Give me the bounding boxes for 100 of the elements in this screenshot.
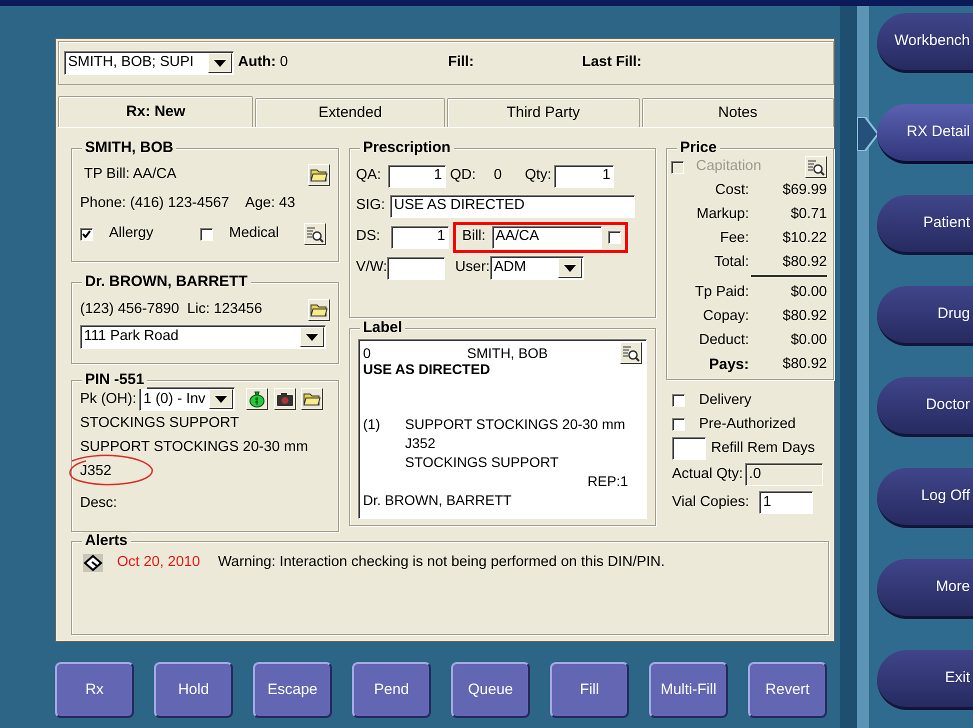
checkbox[interactable] xyxy=(672,418,685,430)
alert-icon xyxy=(83,554,103,572)
price-label: Pays: xyxy=(708,354,749,375)
bill-label: Bill: xyxy=(462,227,486,246)
qd-label: QD: xyxy=(450,166,476,186)
pack-dropdown[interactable]: 1 (0) - Inv xyxy=(139,387,236,411)
vial-copies-field[interactable]: 1 xyxy=(759,490,814,514)
qty-label: Qty: xyxy=(524,166,552,186)
camera-button[interactable] xyxy=(274,388,296,410)
tab[interactable]: Notes xyxy=(642,98,834,127)
option-label: Pre-Authorized xyxy=(699,415,796,434)
price-label: Total: xyxy=(713,253,749,272)
search-icon xyxy=(306,225,324,243)
price-value: $80.92 xyxy=(782,355,827,374)
label-drug-text: SUPPORT STOCKINGS 20-30 mm xyxy=(405,415,626,434)
nav-button[interactable]: RX Detail xyxy=(877,104,973,164)
checkbox[interactable] xyxy=(608,230,621,244)
label-quantity: (1) xyxy=(363,415,382,434)
user-dropdown[interactable]: ADM xyxy=(490,256,584,280)
action-button[interactable]: Escape xyxy=(253,662,332,718)
doctor-phone: (123) 456-7890 xyxy=(80,300,180,320)
checkbox[interactable] xyxy=(672,394,685,406)
price-label: Fee: xyxy=(718,229,749,248)
nav-button[interactable]: More xyxy=(877,559,973,619)
checkbox-label: Medical xyxy=(229,224,279,244)
bill-field[interactable]: AA/CA xyxy=(492,226,602,248)
vial-copies-label: Vial Copies: xyxy=(672,493,750,512)
capitation-label: Capitation xyxy=(696,157,762,176)
folder-button[interactable] xyxy=(308,299,330,321)
checkbox[interactable] xyxy=(80,228,93,240)
search-icon xyxy=(807,158,825,176)
license-text: Lic: 123456 xyxy=(187,300,262,320)
price-label: Copay: xyxy=(702,307,749,326)
caret-icon xyxy=(215,396,228,402)
age-text: Age: 43 xyxy=(245,194,296,214)
phone-text: Phone: (416) 123-4567 xyxy=(80,194,230,214)
qty-field[interactable]: 1 xyxy=(554,164,614,188)
checkbox[interactable] xyxy=(200,228,213,240)
action-button[interactable]: Multi-Fill xyxy=(649,662,728,718)
price-value: $80.92 xyxy=(782,253,827,272)
price-value: $0.00 xyxy=(790,331,827,350)
label-repeats: REP:1 xyxy=(588,472,628,491)
nav-button[interactable]: Workbench xyxy=(877,13,973,73)
patient-dropdown[interactable]: SMITH, BOB; SUPI xyxy=(64,51,234,75)
search-button[interactable] xyxy=(304,223,326,245)
search-button[interactable] xyxy=(805,156,827,178)
action-button[interactable]: Rx xyxy=(55,662,134,718)
vw-field[interactable] xyxy=(387,256,446,280)
tab[interactable]: Extended xyxy=(255,98,445,127)
qa-field[interactable]: 1 xyxy=(388,164,446,188)
money-bag-button[interactable] xyxy=(246,388,268,410)
search-button[interactable] xyxy=(620,342,642,364)
product-text: J352 xyxy=(80,462,112,481)
alert-date: Oct 20, 2010 xyxy=(117,553,200,572)
address-dropdown[interactable]: 111 Park Road xyxy=(80,325,326,349)
caret-icon xyxy=(564,264,576,272)
vw-label: V/W: xyxy=(356,258,388,278)
price-value: $69.99 xyxy=(782,181,827,200)
action-button[interactable]: Pend xyxy=(352,662,431,718)
product-text: STOCKINGS SUPPORT xyxy=(80,414,239,433)
tp-bill-text: TP Bill: AA/CA xyxy=(83,165,176,184)
user-label: User: xyxy=(455,258,490,278)
folder-button[interactable] xyxy=(308,164,330,186)
ds-field[interactable]: 1 xyxy=(391,226,450,248)
action-button[interactable]: Fill xyxy=(550,662,629,718)
nav-button[interactable]: Drug xyxy=(877,286,973,346)
price-value: $0.71 xyxy=(790,205,827,224)
refill-days-field[interactable] xyxy=(672,436,706,460)
product-text: SUPPORT STOCKINGS 20-30 mm xyxy=(80,438,308,457)
qd-value: 0 xyxy=(494,166,502,186)
label-patient: SMITH, BOB xyxy=(467,344,548,362)
desc-label: Desc: xyxy=(80,494,118,513)
option-label: Delivery xyxy=(699,391,752,410)
tab[interactable]: Third Party xyxy=(447,98,640,127)
price-value: $80.92 xyxy=(782,307,827,326)
caret-icon xyxy=(306,334,318,340)
fill-label: Fill: xyxy=(448,53,475,72)
auth-value: 0 xyxy=(280,53,288,72)
product-title: PIN -551 xyxy=(82,371,148,389)
nav-button[interactable]: Exit xyxy=(877,650,973,710)
nav-button[interactable]: Doctor xyxy=(877,377,973,437)
prescription-title: Prescription xyxy=(360,139,454,157)
sig-field[interactable]: USE AS DIRECTED xyxy=(390,194,636,218)
auth-label: Auth: xyxy=(238,53,276,72)
price-label: Tp Paid: xyxy=(694,283,749,302)
nav-button[interactable]: Log Off xyxy=(877,468,973,528)
price-label: Markup: xyxy=(696,205,749,224)
sig-label: SIG: xyxy=(356,196,386,216)
action-button[interactable]: Hold xyxy=(154,662,233,718)
tab[interactable]: Rx: New xyxy=(58,96,254,127)
label-drug-text: STOCKINGS SUPPORT xyxy=(405,453,559,472)
qa-label: QA: xyxy=(356,166,381,186)
label-number: 0 xyxy=(363,344,372,362)
alert-message: Warning: Interaction checking is not being performed on this DIN/PIN. xyxy=(218,553,665,572)
doctor-name: Dr. BROWN, BARRETT xyxy=(82,273,250,291)
action-button[interactable]: Revert xyxy=(748,662,827,718)
action-button[interactable]: Queue xyxy=(451,662,530,718)
nav-button[interactable]: Patient xyxy=(877,195,973,255)
folder-button[interactable] xyxy=(301,388,324,410)
price-value: $0.00 xyxy=(790,283,827,302)
